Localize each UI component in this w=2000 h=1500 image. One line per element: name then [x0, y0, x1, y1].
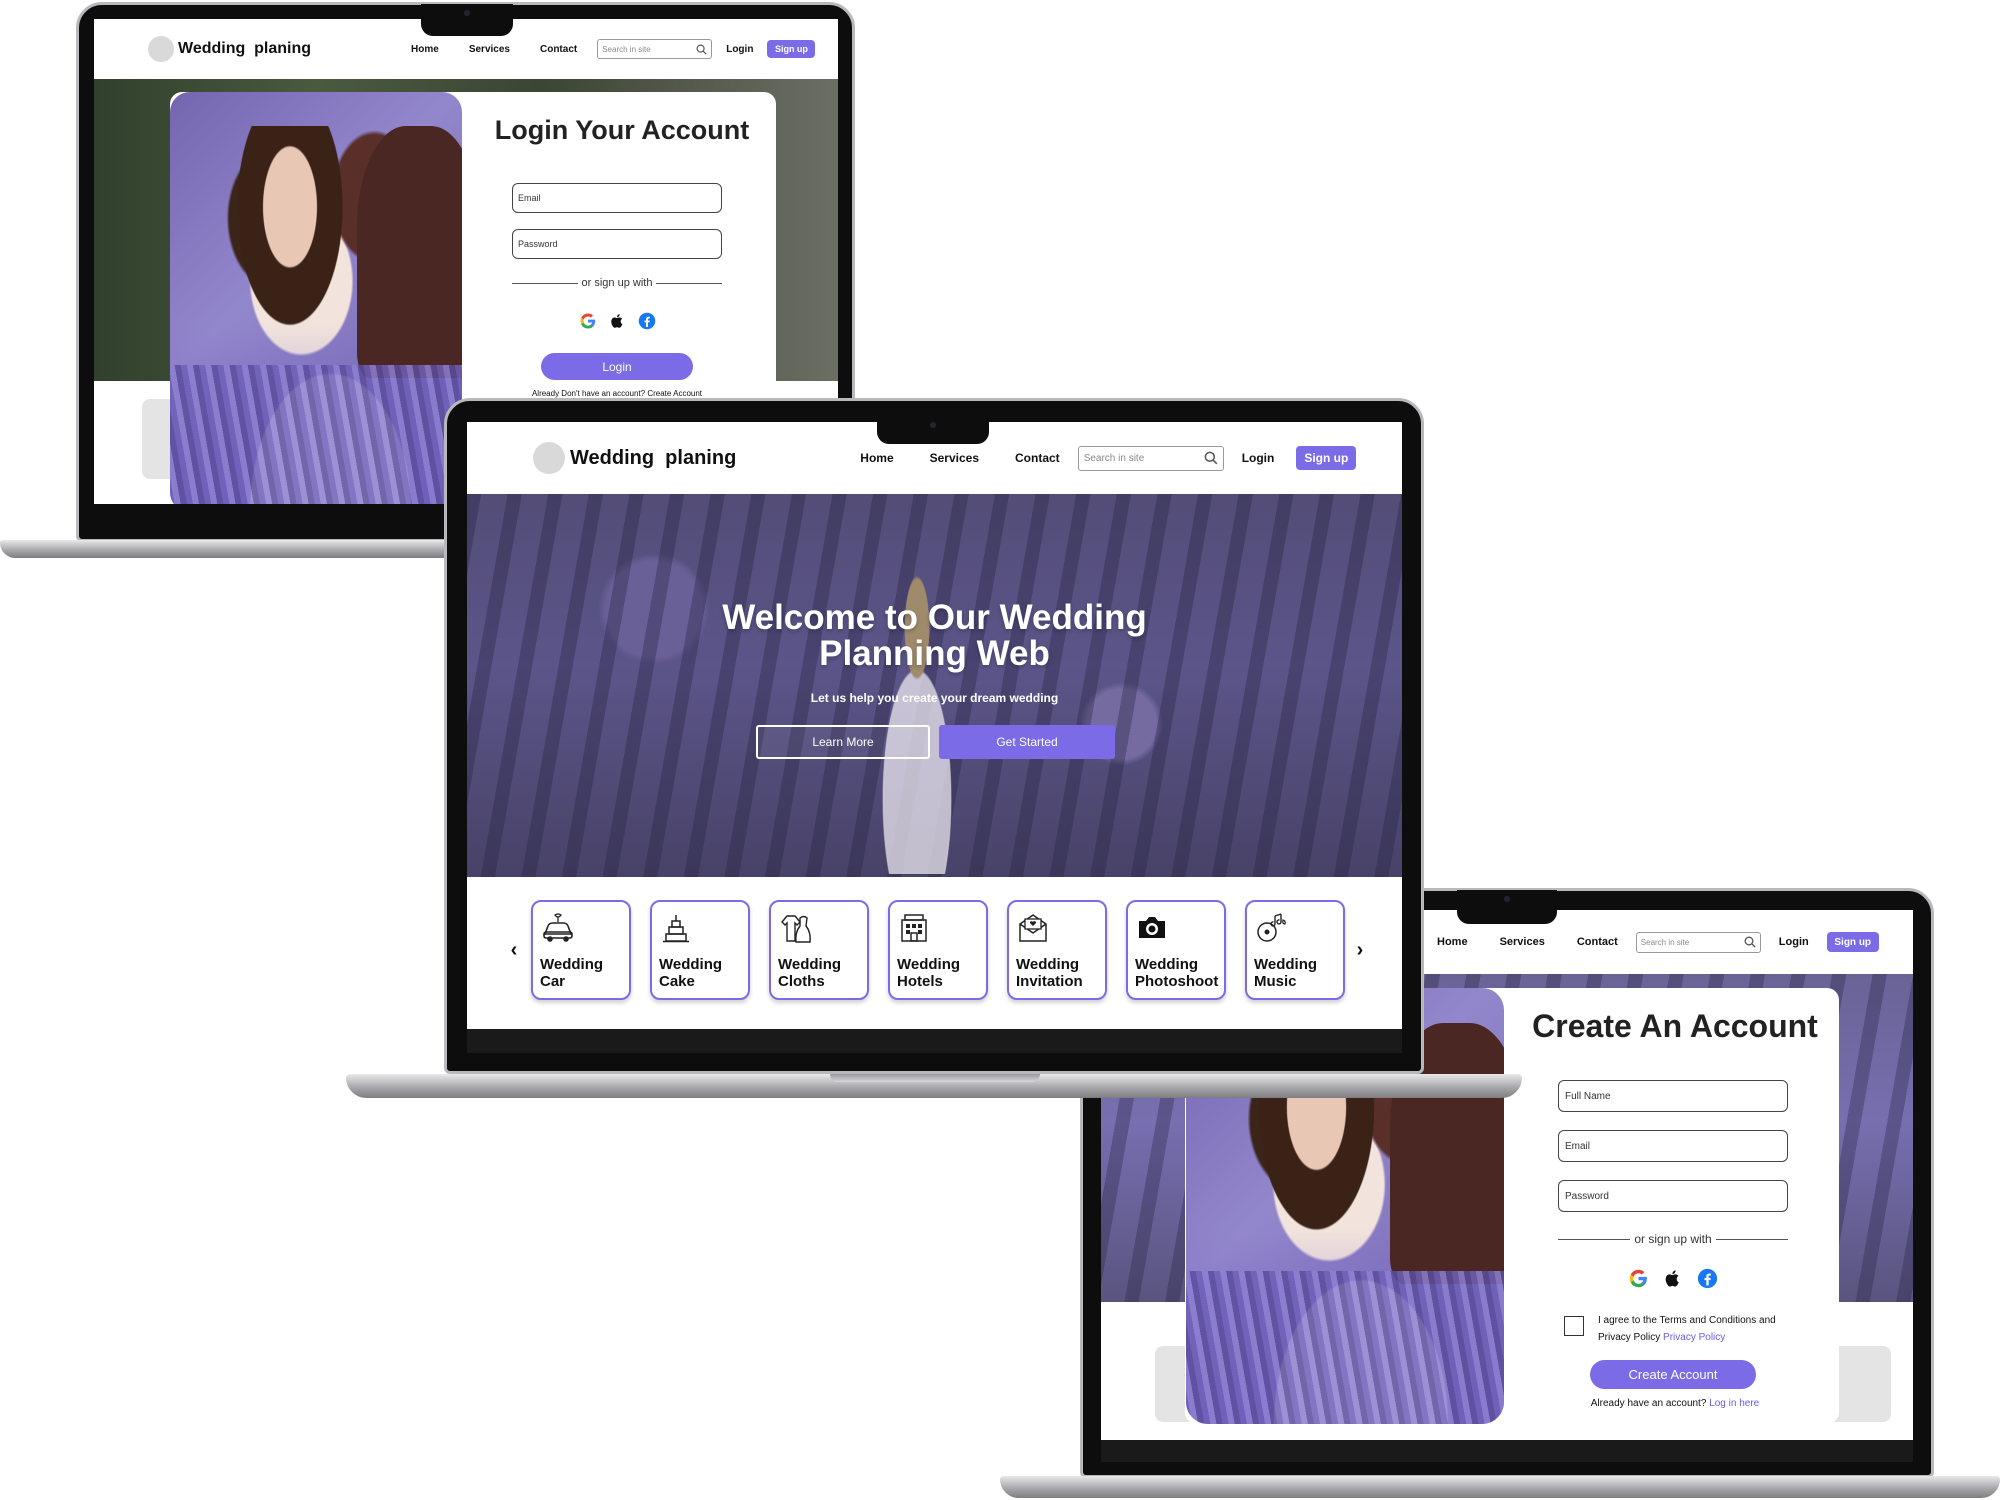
- facebook-icon[interactable]: [638, 312, 656, 330]
- hero-section: Welcome to Our Wedding Planning Web Let …: [467, 494, 1402, 877]
- prev-arrow[interactable]: ‹: [507, 939, 521, 962]
- signup-title: Create An Account: [1532, 1008, 1818, 1044]
- brand-name: Wedding planing: [178, 40, 312, 57]
- password-field[interactable]: Password: [512, 229, 722, 259]
- nav-contact[interactable]: Contact: [1577, 936, 1618, 948]
- search-icon: [1204, 451, 1218, 465]
- create-account-button[interactable]: Create Account: [1590, 1360, 1756, 1389]
- apple-icon[interactable]: [609, 312, 626, 330]
- hotel-icon: [901, 914, 927, 942]
- password-field[interactable]: Password: [1558, 1180, 1788, 1212]
- search-placeholder: Search in site: [1640, 937, 1690, 947]
- search-input[interactable]: Search in site: [1077, 445, 1224, 471]
- hero-title: Welcome to Our Wedding Planning Web: [722, 598, 1147, 673]
- signup-button[interactable]: Sign up: [767, 40, 816, 58]
- service-card-photoshoot[interactable]: Wedding Photoshoot: [1126, 900, 1226, 1000]
- music-icon: [1257, 913, 1286, 942]
- nav-contact[interactable]: Contact: [540, 44, 577, 55]
- email-field[interactable]: Email: [512, 183, 722, 213]
- search-icon: [1744, 936, 1756, 948]
- fullname-field[interactable]: Full Name: [1558, 1080, 1788, 1112]
- clothes-icon: [781, 915, 811, 943]
- login-button[interactable]: Login: [541, 353, 693, 380]
- envelope-icon: [1019, 914, 1047, 942]
- home-screen: Wedding planing Home Services Contact Se…: [467, 422, 1402, 1029]
- service-card-car[interactable]: Wedding Car: [531, 900, 631, 1000]
- email-field[interactable]: Email: [1558, 1130, 1788, 1162]
- cake-icon: [663, 915, 689, 943]
- camera-notch: [421, 4, 513, 36]
- learn-more-button[interactable]: Learn More: [756, 725, 930, 759]
- social-divider: or sign up with: [1558, 1232, 1788, 1246]
- mockup-stage: Wedding planing Home Services Contact Se…: [0, 0, 2000, 1500]
- search-placeholder: Search in site: [602, 44, 651, 54]
- logo: [533, 442, 565, 474]
- search-input[interactable]: Search in site: [597, 39, 713, 59]
- get-started-button[interactable]: Get Started: [939, 725, 1115, 759]
- login-here-link[interactable]: Log in here: [1709, 1398, 1759, 1409]
- service-card-hotels[interactable]: Wedding Hotels: [888, 900, 988, 1000]
- apple-icon[interactable]: [1663, 1268, 1683, 1289]
- logo: [148, 36, 174, 62]
- services-carousel: ‹ Wedding Car Wedding Cake Wedding Cloths: [507, 900, 1367, 1000]
- nav-login-link[interactable]: Login: [1779, 936, 1809, 948]
- search-input[interactable]: Search in site: [1635, 931, 1761, 953]
- facebook-icon[interactable]: [1697, 1268, 1718, 1289]
- search-icon: [696, 44, 707, 55]
- terms-checkbox[interactable]: [1564, 1316, 1584, 1336]
- social-buttons: [1558, 1268, 1788, 1289]
- car-icon: [543, 913, 573, 942]
- service-card-music[interactable]: Wedding Music: [1245, 900, 1345, 1000]
- google-icon[interactable]: [1628, 1268, 1649, 1289]
- nav-login-link[interactable]: Login: [726, 44, 753, 55]
- google-icon[interactable]: [579, 312, 597, 330]
- privacy-policy-link[interactable]: Privacy Policy: [1663, 1332, 1725, 1343]
- terms-text: I agree to the Terms and Conditions and …: [1598, 1315, 1776, 1343]
- service-card-invitation[interactable]: Wedding Invitation: [1007, 900, 1107, 1000]
- service-card-cloths[interactable]: Wedding Cloths: [769, 900, 869, 1000]
- laptop-home: Wedding planing Home Services Contact Se…: [346, 398, 1522, 1108]
- nav-login-link[interactable]: Login: [1242, 451, 1275, 465]
- signup-footer: Already have an account? Log in here: [1590, 1398, 1760, 1409]
- signup-button[interactable]: Sign up: [1826, 932, 1879, 952]
- social-buttons: [512, 312, 722, 330]
- camera-notch: [877, 416, 989, 444]
- camera-icon: [1139, 917, 1165, 938]
- nav-home[interactable]: Home: [411, 44, 439, 55]
- nav-home[interactable]: Home: [860, 451, 893, 465]
- nav-contact[interactable]: Contact: [1015, 451, 1060, 465]
- signup-button[interactable]: Sign up: [1296, 446, 1357, 470]
- login-title: Login Your Account: [494, 115, 750, 145]
- laptop-base: [1000, 1476, 2000, 1498]
- service-card-cake[interactable]: Wedding Cake: [650, 900, 750, 1000]
- next-arrow[interactable]: ›: [1353, 939, 1367, 962]
- hero-subtitle: Let us help you create your dream weddin…: [810, 691, 1059, 705]
- nav-services[interactable]: Services: [930, 451, 979, 465]
- brand-name: Wedding planing: [570, 446, 737, 469]
- signup-form: Create An Account Full Name Email Passwo…: [1510, 988, 1840, 1424]
- social-divider: or sign up with: [512, 277, 722, 289]
- search-placeholder: Search in site: [1083, 452, 1145, 464]
- nav-services[interactable]: Services: [469, 44, 510, 55]
- login-footer-text[interactable]: Already Don't have an account? Create Ac…: [492, 389, 742, 398]
